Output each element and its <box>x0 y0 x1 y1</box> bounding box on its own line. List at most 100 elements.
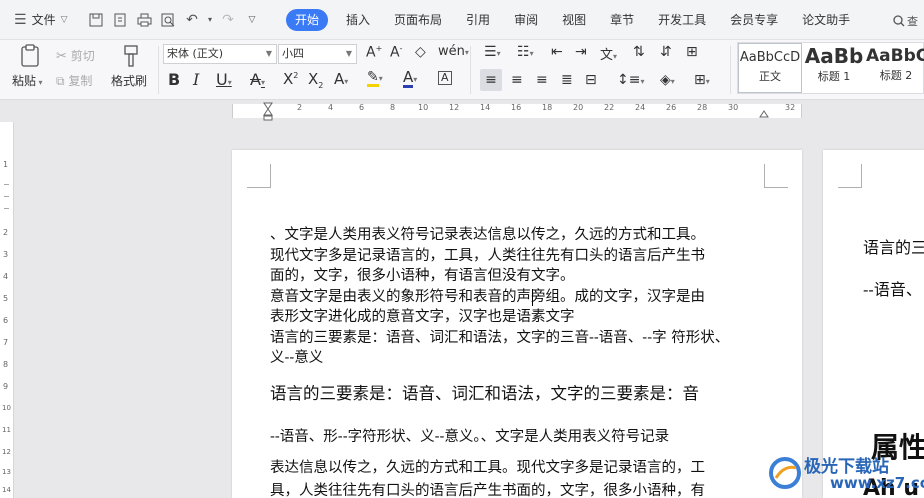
borders-icon[interactable]: ⊞▾ <box>694 72 710 88</box>
superscript-icon[interactable]: X2 <box>283 70 298 88</box>
format-painter-label: 格式刷 <box>111 74 148 88</box>
file-menu[interactable]: ☰ 文件 ▽ <box>0 11 86 28</box>
ruler-number: 1 <box>3 160 9 169</box>
font-size-value: 小四 <box>282 47 304 60</box>
decrease-indent-icon[interactable]: ⇤ <box>551 44 563 60</box>
save-icon[interactable] <box>86 13 106 27</box>
shrink-font-icon[interactable]: A- <box>390 44 402 61</box>
ruler-number: 4 <box>328 103 334 112</box>
subscript-icon[interactable]: X2 <box>308 70 323 90</box>
align-left-icon[interactable]: ≡ <box>480 69 502 91</box>
increase-indent-icon[interactable]: ⇥ <box>575 44 587 60</box>
ruler-number: 12 <box>449 103 460 112</box>
crop-mark <box>764 164 788 188</box>
tab-thesis-assistant[interactable]: 论文助手 <box>790 9 862 31</box>
strikethrough-icon[interactable]: A▾ <box>250 70 265 89</box>
paste-label-button[interactable]: 粘贴 ▾ <box>12 72 43 89</box>
paragraph[interactable]: --语音、形--字符形状、义--意义。、文字是人类用表义符号记录 <box>270 426 669 449</box>
grow-font-icon[interactable]: A+ <box>366 44 382 61</box>
style-heading-2[interactable]: AaBbC 标题 2 <box>866 43 924 93</box>
distributed-align-icon[interactable]: ⊟ <box>585 72 597 88</box>
shading-icon[interactable]: ◈▾ <box>660 72 675 88</box>
bullet-list-icon[interactable]: ☰▾ <box>484 44 501 60</box>
sort-icon[interactable]: ⇵ <box>660 44 672 60</box>
highlight-color-button[interactable]: ✎▾ <box>367 70 383 87</box>
undo-dropdown-icon[interactable]: ▾ <box>206 15 214 24</box>
ruler-number: 8 <box>390 103 396 112</box>
text-line: 、文字是人类用表义符号记录表达信息以传之，久远的方式和工具。 <box>270 227 705 243</box>
italic-icon[interactable]: I <box>193 70 199 89</box>
tab-view[interactable]: 视图 <box>550 9 598 31</box>
line-spacing-icon[interactable]: ↕≡▾ <box>617 72 644 88</box>
tab-review[interactable]: 审阅 <box>502 9 550 31</box>
ruler-number: 22 <box>604 103 615 112</box>
chinese-layout-icon[interactable]: 文▾ <box>600 44 617 63</box>
ruler-number: 12 <box>2 448 11 456</box>
tab-home[interactable]: 开始 <box>286 8 329 31</box>
tab-page-layout[interactable]: 页面布局 <box>382 9 454 31</box>
text-cursor <box>532 289 533 306</box>
tab-insert[interactable]: 插入 <box>334 9 382 31</box>
horizontal-ruler[interactable]: 2 4 6 8 10 12 14 16 18 20 22 24 26 28 30… <box>0 100 924 122</box>
clear-format-icon[interactable]: ◇ <box>415 44 426 60</box>
text-line: 语言的三 <box>863 238 924 257</box>
show-marks-icon[interactable]: ⊞ <box>686 44 698 60</box>
document-page[interactable]: 、文字是人类用表义符号记录表达信息以传之，久远的方式和工具。 现代文字多是记录语… <box>232 150 802 498</box>
text-direction-icon[interactable]: ⇅ <box>633 44 645 60</box>
paste-label: 粘贴 <box>12 74 37 88</box>
right-indent-marker[interactable] <box>759 104 769 121</box>
numbered-list-icon[interactable]: ☷▾ <box>517 44 534 60</box>
underline-icon[interactable]: U▾ <box>216 70 232 89</box>
tab-developer[interactable]: 开发工具 <box>646 9 718 31</box>
ribbon-home: 粘贴 ▾ ✂ 剪切 ⧉ 复制 格式刷 宋体 (正文) ▼ 小四 ▼ A+ A- ◇ … <box>0 40 924 100</box>
search-icon[interactable]: 查 <box>893 13 918 29</box>
indent-marker[interactable] <box>263 102 273 125</box>
style-normal-label: 正文 <box>759 70 781 83</box>
ruler-number: 10 <box>2 404 11 412</box>
menu-bar: ☰ 文件 ▽ ↶ ▾ ↷ ▽ 开始 插入 页面布局 引用 审阅 视图 章节 开发… <box>0 0 924 40</box>
customize-quick-access-icon[interactable]: ▽ <box>242 15 262 25</box>
paste-button[interactable] <box>12 44 48 71</box>
style-heading-1[interactable]: AaBb 标题 1 <box>802 43 866 93</box>
cut-button[interactable]: ✂ 剪切 <box>56 47 95 64</box>
ruler-tick <box>4 184 9 185</box>
style-normal[interactable]: AaBbCcD 正文 <box>738 43 802 93</box>
phonetic-guide-icon[interactable]: wén▾ <box>438 44 469 59</box>
paint-brush-icon <box>124 45 138 67</box>
undo-icon[interactable]: ↶ <box>182 12 202 28</box>
char-border-icon[interactable]: A <box>438 70 452 85</box>
tab-section[interactable]: 章节 <box>598 9 646 31</box>
paragraph[interactable]: 表达信息以传之，久远的方式和工具。现代文字多是记录语言的，工 具，人类往往先有口… <box>270 457 705 498</box>
print-icon[interactable] <box>134 13 154 27</box>
align-center-icon[interactable]: ≡ <box>511 72 523 88</box>
tab-references[interactable]: 引用 <box>454 9 502 31</box>
chevron-down-icon: ▽ <box>60 14 68 25</box>
ruler-number: 24 <box>635 103 646 112</box>
ruler-number: 9 <box>3 382 9 391</box>
divider <box>730 46 731 94</box>
text-line: 具，人类往往先有口头的语言后产生书面的，文字，很多小语种，有 <box>270 483 705 498</box>
redo-icon[interactable]: ↷ <box>218 12 238 28</box>
ruler-tick <box>4 208 9 209</box>
justify-icon[interactable]: ≣ <box>561 72 573 88</box>
text-effect-icon[interactable]: A▾ <box>334 70 348 88</box>
ruler-number: 7 <box>3 338 9 347</box>
bold-icon[interactable]: B <box>168 70 180 89</box>
paragraph[interactable]: 、文字是人类用表义符号记录表达信息以传之，久远的方式和工具。 现代文字多是记录语… <box>270 225 729 369</box>
paragraph[interactable]: 语言的三要素是：语音、词汇和语法，文字的三要素是：音 <box>270 382 699 406</box>
format-painter-button[interactable] <box>111 44 151 71</box>
font-name-select[interactable]: 宋体 (正文) ▼ <box>163 44 277 64</box>
print-preview-icon[interactable] <box>158 13 178 27</box>
cut-label: 剪切 <box>70 49 95 63</box>
document-page-next[interactable]: 语言的三 --语音、 属性 Ah u <box>823 150 924 498</box>
tab-member[interactable]: 会员专享 <box>718 9 790 31</box>
font-size-select[interactable]: 小四 ▼ <box>278 44 357 64</box>
text-line: 义--意义 <box>270 350 324 366</box>
copy-button[interactable]: ⧉ 复制 <box>56 72 92 89</box>
vertical-ruler[interactable]: 1 2 3 4 5 6 7 8 9 10 11 12 13 14 <box>0 122 14 498</box>
ruler-number: 10 <box>418 103 429 112</box>
font-color-button[interactable]: A▾ <box>403 70 417 88</box>
export-pdf-icon[interactable] <box>110 13 130 27</box>
align-right-icon[interactable]: ≡ <box>536 72 548 88</box>
divider <box>470 46 471 94</box>
